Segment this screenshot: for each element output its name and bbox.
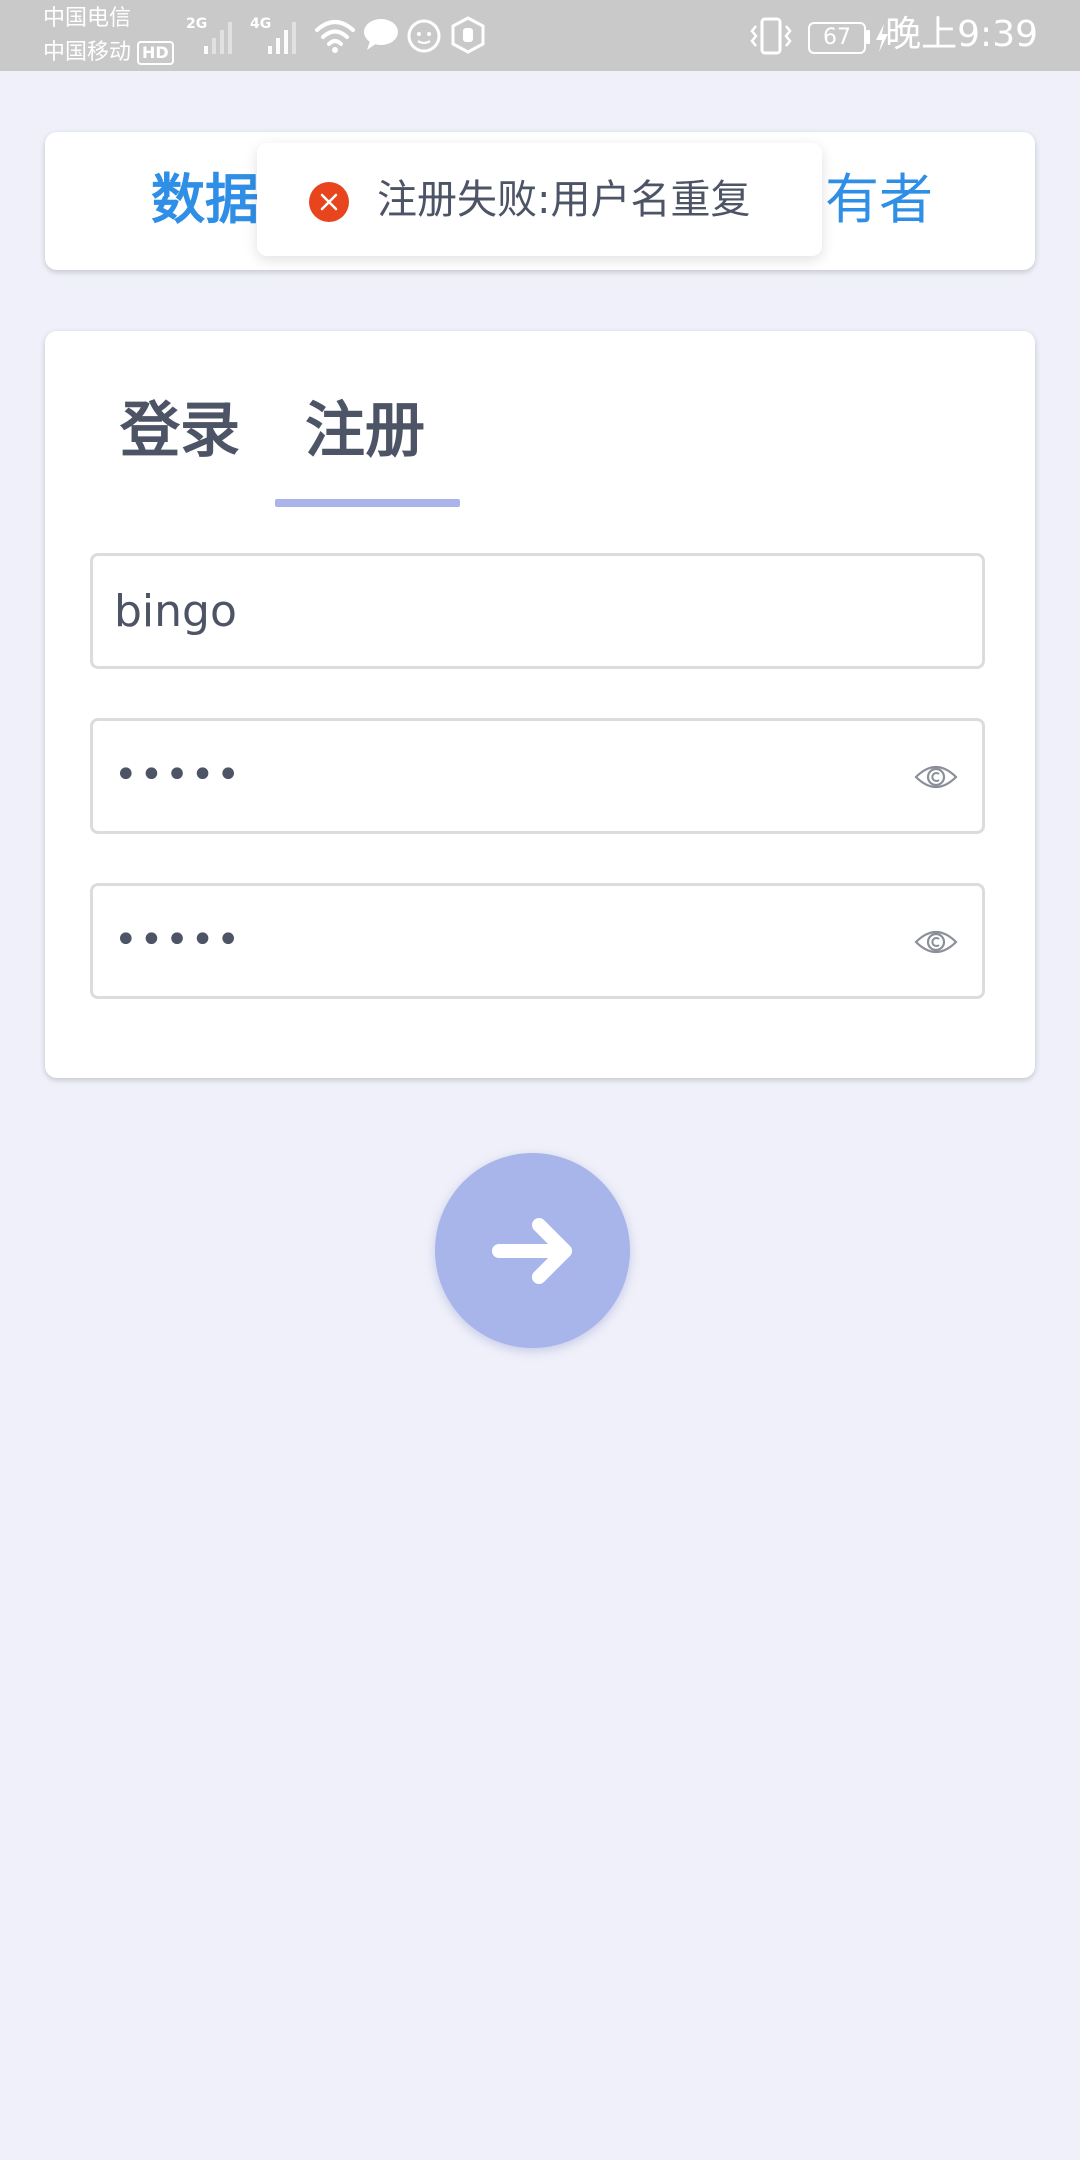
hand-shield-icon [451, 16, 485, 54]
status-bar: 中国电信 中国移动 HD 2G 4G 67 晚上9:39 [0, 0, 1080, 71]
tab-login[interactable]: 登录 [120, 391, 240, 471]
carrier-1-label: 中国电信 [43, 6, 132, 31]
submit-button[interactable] [435, 1153, 630, 1348]
signal-4g-label: 4G [250, 16, 272, 32]
wifi-icon [315, 20, 355, 53]
carrier-2-label: 中国移动 HD [43, 38, 174, 68]
battery-tip [866, 30, 870, 44]
carrier-2-name: 中国移动 [43, 40, 132, 65]
password-value: ••••• [114, 752, 242, 798]
battery-indicator: 67 [808, 22, 866, 54]
app-title-left: 数据 [151, 168, 259, 231]
chat-bubble-icon [364, 19, 398, 50]
error-toast: 注册失败:用户名重复 [257, 143, 822, 256]
app-title-right: 有者 [825, 168, 933, 231]
active-tab-indicator [275, 499, 460, 507]
username-field[interactable]: bingo [90, 553, 985, 669]
tab-register[interactable]: 注册 [305, 391, 425, 471]
toast-message: 注册失败:用户名重复 [377, 177, 751, 223]
confirm-password-field[interactable]: ••••• [90, 883, 985, 999]
auth-form-card: 登录 注册 bingo ••••• ••••• [45, 331, 1035, 1078]
eye-icon[interactable] [914, 924, 958, 960]
hd-badge: HD [137, 41, 174, 65]
vibrate-icon [750, 17, 792, 55]
arrow-right-icon [492, 1218, 572, 1284]
error-x-icon [309, 182, 349, 222]
status-time: 晚上9:39 [885, 14, 1038, 55]
app-face-icon [407, 19, 441, 53]
password-field[interactable]: ••••• [90, 718, 985, 834]
signal-2g-label: 2G [186, 16, 208, 32]
username-value: bingo [114, 586, 237, 637]
eye-icon[interactable] [914, 759, 958, 795]
confirm-password-value: ••••• [114, 917, 242, 963]
